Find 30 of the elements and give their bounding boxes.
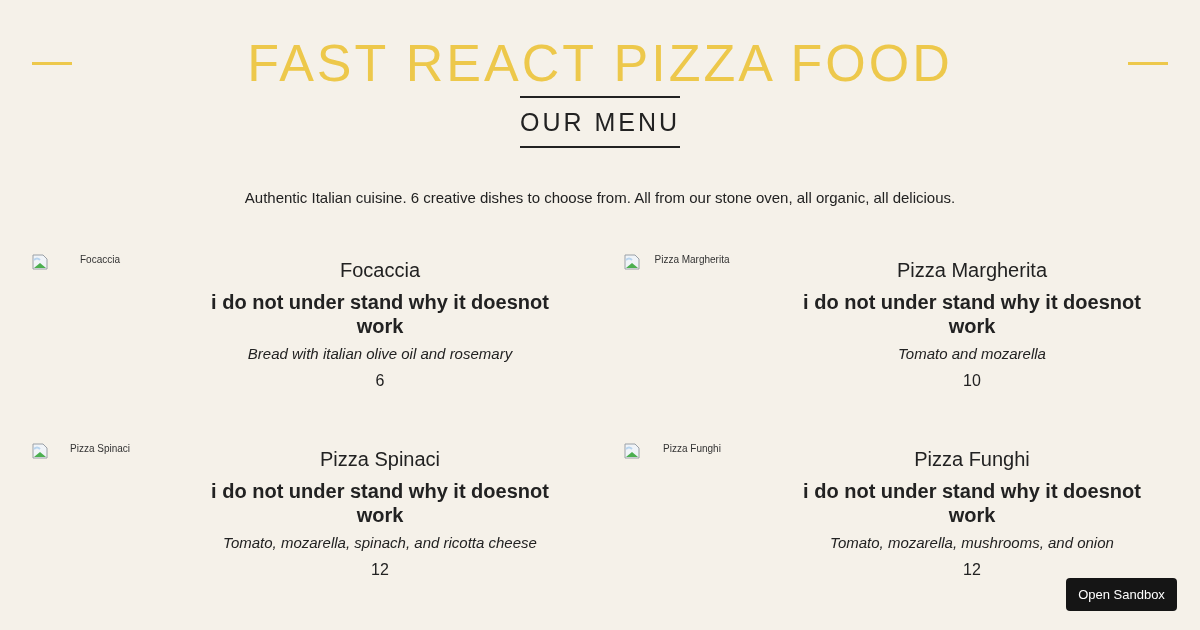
broken-image-icon [32, 443, 48, 459]
pizza-note: i do not under stand why it doesnot work [802, 290, 1142, 338]
section-heading: OUR MENU [519, 96, 681, 148]
image-alt-text: Pizza Spinaci [69, 443, 131, 455]
decorative-line [1128, 61, 1168, 65]
pizza-price: 12 [371, 560, 389, 580]
pizza-ingredients: Tomato, mozarella, mushrooms, and onion [830, 533, 1114, 553]
pizza-note: i do not under stand why it doesnot work [802, 479, 1142, 527]
pizza-ingredients: Tomato, mozarella, spinach, and ricotta cheese [223, 533, 537, 553]
image-alt-text: Pizza Funghi [662, 443, 722, 455]
pizza-name: Focaccia [340, 258, 420, 282]
pizza-price: 10 [963, 371, 981, 391]
image-alt-text: Focaccia [79, 254, 121, 266]
image-alt-text: Pizza Margherita [653, 254, 731, 266]
site-title: FAST REACT PIZZA FOOD [246, 33, 954, 94]
intro-text: Authentic Italian cuisine. 6 creative dishes to choose from. All from our stone oven, all organic, all delicious. [243, 188, 957, 208]
open-sandbox-button[interactable]: Open Sandbox [1066, 578, 1177, 611]
pizza-price: 12 [963, 560, 981, 580]
pizza-ingredients: Bread with italian olive oil and rosemary [247, 344, 513, 364]
broken-image-icon [32, 254, 48, 270]
decorative-line [32, 61, 72, 65]
broken-image-icon [624, 254, 640, 270]
pizza-name: Pizza Spinaci [319, 447, 441, 471]
pizza-ingredients: Tomato and mozarella [898, 344, 1046, 364]
pizza-price: 6 [375, 371, 385, 391]
pizza-note: i do not under stand why it doesnot work [210, 479, 550, 527]
pizza-name: Pizza Funghi [914, 447, 1030, 471]
pizza-name: Pizza Margherita [896, 258, 1048, 282]
broken-image-icon [624, 443, 640, 459]
pizza-note: i do not under stand why it doesnot work [210, 290, 550, 338]
